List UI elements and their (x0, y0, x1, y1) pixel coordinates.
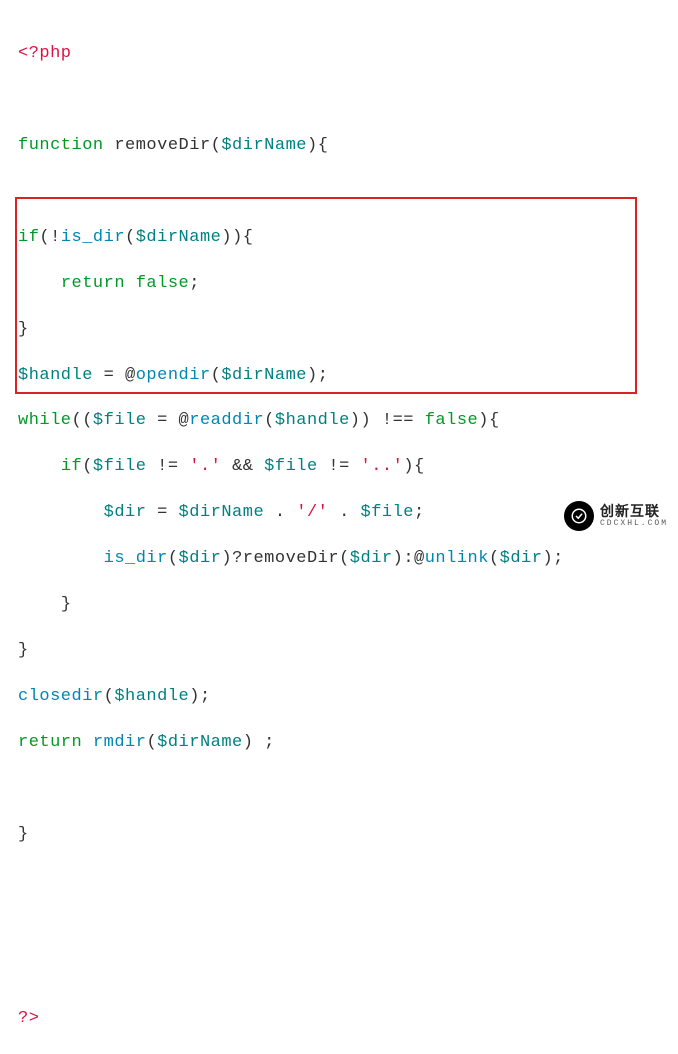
blank-line (18, 916, 660, 939)
code-line: } (18, 319, 660, 342)
code-line: while(($file = @readdir($handle)) !== fa… (18, 410, 660, 433)
code-line: return false; (18, 273, 660, 296)
code-line: $handle = @opendir($dirName); (18, 365, 660, 388)
code-line: is_dir($dir)?removeDir($dir):@unlink($di… (18, 548, 660, 571)
php-close-tag: ?> (18, 1009, 39, 1028)
blank-line (18, 962, 660, 985)
code-line: function removeDir($dirName){ (18, 135, 660, 158)
watermark: 创新互联 CDCXHL.COM (564, 501, 668, 531)
watermark-subtext: CDCXHL.COM (600, 519, 668, 530)
php-open-tag: <?php (18, 44, 72, 63)
blank-line (18, 778, 660, 801)
blank-line (18, 89, 660, 112)
code-line: } (18, 640, 660, 663)
code-line: } (18, 824, 660, 847)
blank-line (18, 870, 660, 893)
code-line: ?> (18, 1008, 660, 1031)
code-block: <?php function removeDir($dirName){ if(!… (18, 20, 660, 1054)
blank-line (18, 181, 660, 204)
code-line: closedir($handle); (18, 686, 660, 709)
watermark-logo-icon (564, 501, 594, 531)
watermark-text-wrap: 创新互联 CDCXHL.COM (600, 502, 668, 530)
code-line: if($file != '.' && $file != '..'){ (18, 456, 660, 479)
code-line: if(!is_dir($dirName)){ (18, 227, 660, 250)
code-line: <?php (18, 43, 660, 66)
code-line: } (18, 594, 660, 617)
code-line: return rmdir($dirName) ; (18, 732, 660, 755)
